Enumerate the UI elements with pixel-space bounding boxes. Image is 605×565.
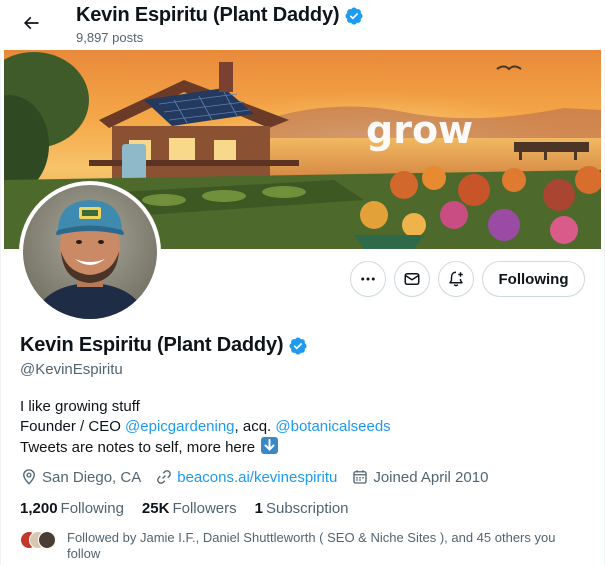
followed-by-text: Followed by Jamie I.F., Daniel Shuttlewo… — [67, 530, 556, 561]
website-link[interactable]: beacons.ai/kevinespiritu — [177, 469, 337, 486]
website-item: beacons.ai/kevinespiritu — [155, 468, 337, 486]
profile-name-text: Kevin Espiritu (Plant Daddy) — [20, 334, 284, 356]
following-stat-link[interactable]: 1,200 Following — [20, 500, 124, 517]
joined-item: Joined April 2010 — [351, 468, 488, 486]
follower-avatar — [38, 531, 56, 549]
subscriptions-label: Subscription — [265, 500, 349, 517]
envelope-icon — [404, 273, 420, 285]
location-pin-icon — [23, 469, 35, 485]
following-count: 1,200 — [20, 500, 58, 517]
subscriptions-count: 1 — [254, 500, 263, 517]
post-count: 9,897 posts — [76, 30, 144, 45]
header-title: Kevin Espiritu (Plant Daddy) — [76, 4, 364, 27]
right-border — [601, 0, 605, 565]
profile-meta-row: San Diego, CA beacons.ai/kevinespiritu J… — [20, 468, 502, 486]
following-label: Following — [60, 500, 124, 517]
profile-page: Kevin Espiritu (Plant Daddy) 9,897 posts — [0, 0, 605, 565]
down-arrow-emoji-icon — [261, 437, 279, 454]
bell-plus-icon — [449, 271, 463, 287]
mention-epicgardening-link[interactable]: @epicgardening — [125, 418, 234, 435]
avatar-photo — [23, 185, 157, 319]
location-text: San Diego, CA — [42, 468, 142, 486]
bio-line-2: Founder / CEO @epicgardening, acq. @bota… — [20, 417, 391, 437]
verified-badge-icon — [345, 6, 363, 25]
followed-by-row[interactable]: Followed by Jamie I.F., Daniel Shuttlewo… — [20, 530, 585, 562]
more-button[interactable] — [350, 261, 386, 297]
followers-stat-link[interactable]: 25K Followers — [142, 500, 237, 517]
verified-badge-icon[interactable] — [288, 336, 308, 356]
joined-text: Joined April 2010 — [373, 468, 489, 486]
followers-count: 25K — [141, 500, 170, 517]
profile-avatar[interactable] — [19, 181, 161, 323]
link-icon — [157, 470, 172, 484]
location-item: San Diego, CA — [20, 468, 141, 486]
more-icon — [361, 277, 375, 281]
calendar-icon — [353, 470, 368, 484]
back-arrow-icon — [23, 16, 39, 30]
bio-notes-text: Tweets are notes to self, more here — [20, 439, 256, 456]
bio-role-text: Founder / CEO — [20, 418, 126, 435]
mention-botanicalseeds-link[interactable]: @botanicalseeds — [275, 418, 390, 435]
header-name-text: Kevin Espiritu (Plant Daddy) — [76, 4, 340, 26]
bio-line-1: I like growing stuff — [20, 398, 140, 415]
bio-middle-text: , acq. — [234, 418, 276, 435]
message-button[interactable] — [394, 261, 430, 297]
banner-grow-text: grow — [366, 108, 473, 152]
profile-name: Kevin Espiritu (Plant Daddy) — [20, 334, 308, 357]
profile-bio: I like growing stuff Founder / CEO @epic… — [20, 397, 391, 458]
subscriptions-stat-link[interactable]: 1 Subscription — [255, 500, 349, 517]
profile-stats: 1,200 Following 25K Followers 1 Subscriptio… — [20, 500, 349, 517]
profile-header-bar: Kevin Espiritu (Plant Daddy) 9,897 posts — [0, 0, 605, 50]
bio-line-3: Tweets are notes to self, more here — [20, 437, 391, 458]
profile-handle: @KevinEspiritu — [20, 361, 123, 378]
back-button[interactable] — [14, 6, 48, 40]
followed-by-avatars — [20, 530, 60, 550]
following-button[interactable]: Following — [482, 261, 585, 297]
followers-label: Followers — [172, 500, 237, 517]
notifications-button[interactable] — [438, 261, 474, 297]
